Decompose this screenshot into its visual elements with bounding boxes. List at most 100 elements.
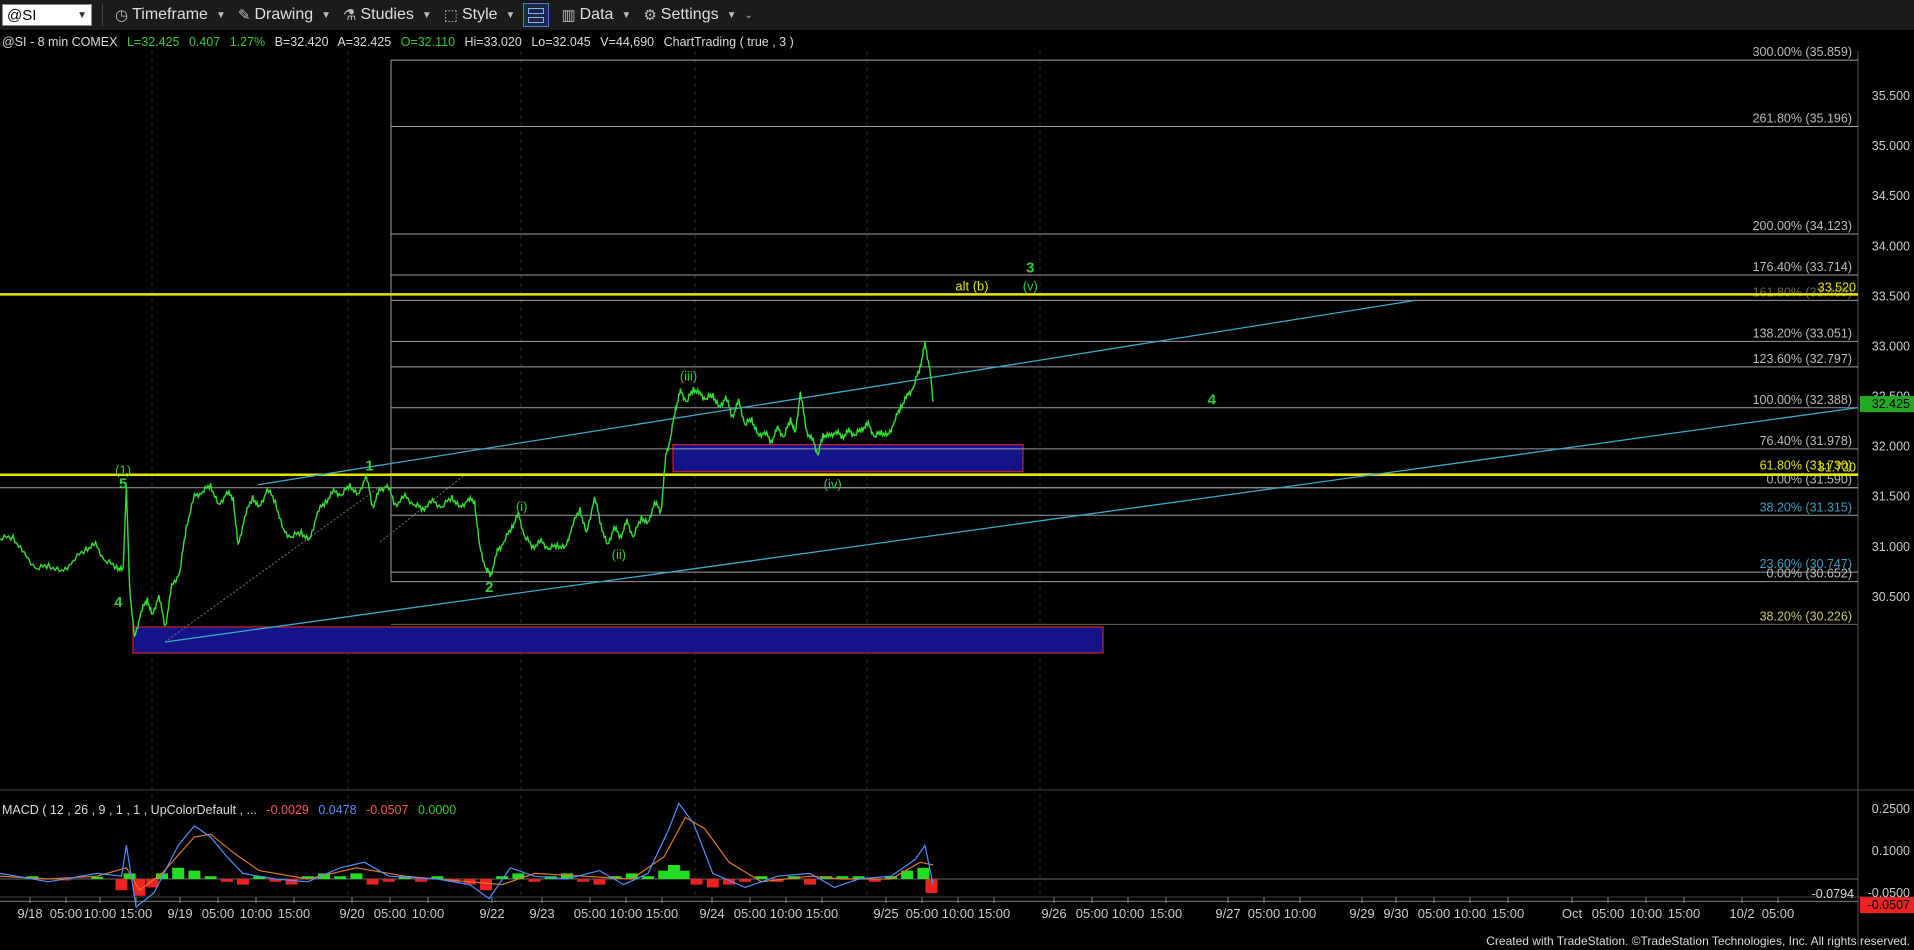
time-tick-label: 05:00 <box>1762 906 1795 921</box>
price-chart[interactable]: 300.00% (35.859) 261.80% (35.196) 200.00% … <box>0 30 1914 946</box>
symbol-input[interactable]: @SI ▼ <box>2 4 92 26</box>
time-tick-label: 9/19 <box>167 906 192 921</box>
fib-label: 300.00% (35.859) <box>1753 45 1852 59</box>
macd-histogram-bar <box>917 867 930 879</box>
demand-zone-lower <box>132 626 1104 654</box>
price-tick-label: 32.000 <box>1872 440 1910 454</box>
macd-label: MACD ( 12 , 26 , 9 , 1 , 1 , UpColorDefa… <box>2 803 257 817</box>
time-tick-label: 9/29 <box>1349 906 1374 921</box>
wave-label: 5 <box>119 476 127 493</box>
macd-value-2: 0.0478 <box>318 803 356 817</box>
time-tick-label: 05:00 <box>574 906 607 921</box>
macd-tick-label: 0.2500 <box>1872 802 1910 816</box>
price-tick-label: 33.500 <box>1872 289 1910 303</box>
studies-button[interactable]: ⚗ Studies ▼ <box>343 6 432 24</box>
chevron-down-icon[interactable]: ▼ <box>77 10 87 21</box>
toolbar-divider <box>102 4 103 26</box>
time-tick-label: 10:00 <box>770 906 803 921</box>
time-tick-label: Oct <box>1562 906 1583 921</box>
settings-label: Settings <box>660 6 719 23</box>
macd-value-3: -0.0507 <box>366 803 408 817</box>
bar-chart-icon: ▥ <box>561 7 576 24</box>
time-tick-label: 15:00 <box>978 906 1011 921</box>
time-tick-label: 05:00 <box>734 906 767 921</box>
macd-histogram-bar <box>172 867 185 879</box>
macd-histogram-bar <box>706 879 719 888</box>
time-tick-label: 15:00 <box>120 906 153 921</box>
price-tick-label: 34.000 <box>1872 239 1910 253</box>
macd-histogram-bar <box>593 879 606 885</box>
time-tick-label: 9/30 <box>1383 906 1408 921</box>
macd-histogram-bar <box>804 879 816 885</box>
chevron-down-icon: ▼ <box>215 9 226 21</box>
key-level-label: 33.520 <box>1818 280 1856 294</box>
fib-label: 0.00% (30.652) <box>1767 567 1852 581</box>
layout-pane-icon <box>528 7 545 14</box>
chevron-down-icon: ▼ <box>505 9 516 21</box>
time-tick-label: 10:00 <box>1630 906 1663 921</box>
macd-histogram-bar <box>350 873 363 879</box>
price-tick-label: 31.000 <box>1872 540 1910 554</box>
macd-histogram-bar <box>220 879 233 882</box>
clock-icon: ◷ <box>115 7 129 24</box>
time-tick-label: 15:00 <box>646 906 679 921</box>
time-tick-label: 10:00 <box>1454 906 1487 921</box>
gear-icon: ⚙ <box>643 7 657 24</box>
style-button[interactable]: ⬚ Style ▼ <box>444 6 516 24</box>
time-tick-label: 10:00 <box>1112 906 1145 921</box>
fib-label: 261.80% (35.196) <box>1753 112 1852 126</box>
time-tick-label: 15:00 <box>806 906 839 921</box>
wave-label: 4 <box>1208 392 1217 409</box>
macd-histogram-bar <box>115 879 128 891</box>
wave-label: 1 <box>365 458 373 475</box>
macd-histogram-bar <box>237 879 249 885</box>
wave-label: 4 <box>114 594 123 611</box>
time-tick-label: 15:00 <box>1150 906 1183 921</box>
price-tick-label: 31.500 <box>1872 490 1910 504</box>
time-tick-label: 10:00 <box>84 906 117 921</box>
macd-histogram-bar <box>334 876 347 879</box>
fib-label: 76.40% (31.978) <box>1760 434 1852 448</box>
time-tick-label: 15:00 <box>278 906 311 921</box>
last-price-label: 32.425 <box>1872 397 1910 411</box>
time-tick-label: 9/23 <box>529 906 554 921</box>
wave-label: 2 <box>485 579 493 596</box>
time-tick-label: 10:00 <box>1284 906 1317 921</box>
timeframe-label: Timeframe <box>132 6 208 23</box>
macd-value-1: -0.0029 <box>266 803 308 817</box>
timeframe-button[interactable]: ◷ Timeframe ▼ <box>115 6 226 24</box>
wave-label: 3 <box>1026 259 1034 276</box>
fib-label: 100.00% (32.388) <box>1753 393 1852 407</box>
toolbar: @SI ▼ ◷ Timeframe ▼ ✎ Drawing ▼ ⚗ Studie… <box>0 0 1914 31</box>
data-button[interactable]: ▥ Data ▼ <box>561 6 631 24</box>
price-tick-label: 34.500 <box>1872 189 1910 203</box>
fib-label: 38.20% (31.315) <box>1760 500 1852 514</box>
time-tick-label: 05:00 <box>1418 906 1451 921</box>
wave-label: (iii) <box>680 369 697 384</box>
time-tick-label: 10/2 <box>1729 906 1754 921</box>
wave-label: (iv) <box>824 477 842 492</box>
macd-histogram-bar <box>91 876 104 879</box>
time-tick-label: 9/18 <box>17 906 42 921</box>
price-tick-label: 30.500 <box>1872 590 1910 604</box>
time-tick-label: 9/25 <box>873 906 898 921</box>
layout-pane-icon <box>528 16 545 23</box>
drawing-label: Drawing <box>254 6 314 23</box>
time-tick-label: 05:00 <box>1076 906 1109 921</box>
fib-label: 200.00% (34.123) <box>1753 219 1852 233</box>
time-tick-label: 9/26 <box>1041 906 1066 921</box>
macd-histogram-bar <box>415 879 428 882</box>
macd-readout: -0.0794 <box>1812 887 1854 901</box>
time-tick-label: 10:00 <box>610 906 643 921</box>
time-tick-label: 10:00 <box>240 906 273 921</box>
layout-toggle-button[interactable] <box>523 3 550 27</box>
macd-histogram-bar <box>382 879 395 882</box>
time-tick-label: 9/22 <box>479 906 504 921</box>
settings-button[interactable]: ⚙ Settings ▼ ⌄ <box>643 6 753 24</box>
chevron-down-icon: ▼ <box>421 9 432 21</box>
data-label: Data <box>579 6 614 23</box>
drawing-button[interactable]: ✎ Drawing ▼ <box>238 6 331 24</box>
macd-histogram-bar <box>480 879 492 891</box>
macd-histogram-bar <box>204 876 217 879</box>
fib-label: 123.60% (32.797) <box>1753 352 1852 366</box>
